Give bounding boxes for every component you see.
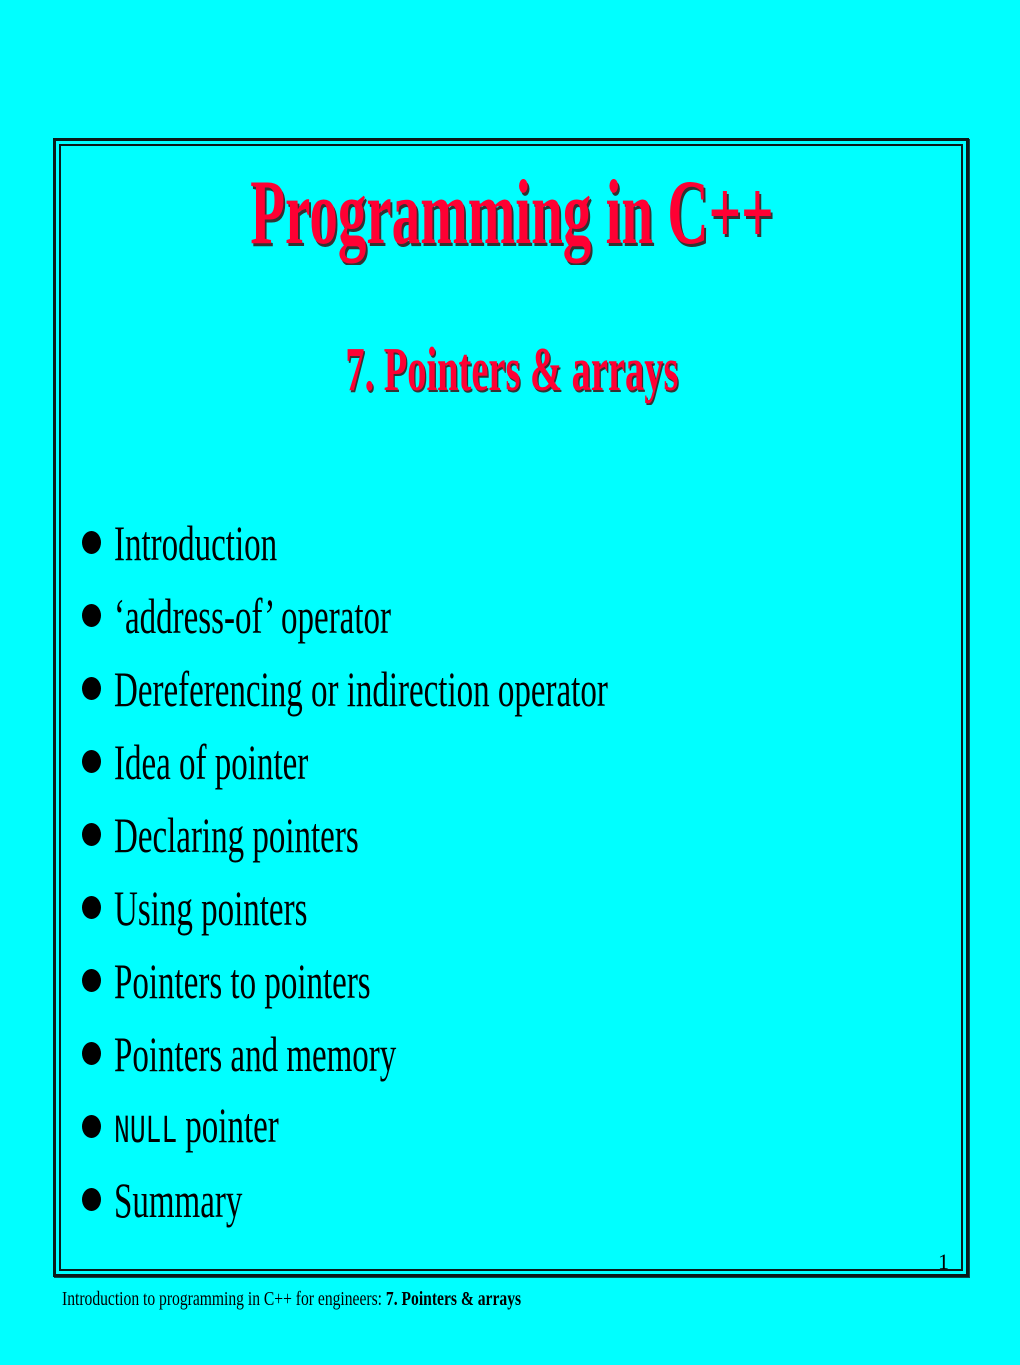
topic-item: NULL pointer	[82, 1090, 862, 1163]
bullet-icon	[82, 604, 101, 627]
topic-text: Dereferencing or indirection operator	[114, 664, 608, 714]
slide-title: Programming in C++	[250, 161, 774, 263]
bullet-icon	[82, 1042, 101, 1065]
topic-item: Pointers and memory	[82, 1017, 862, 1090]
topic-label: Summary	[114, 1171, 243, 1228]
topic-text: Introduction	[114, 518, 277, 568]
topic-text: Declaring pointers	[114, 810, 359, 860]
topic-label: pointer	[185, 1097, 279, 1153]
code-keyword: NULL	[114, 1110, 178, 1155]
topic-text: Pointers to pointers	[114, 956, 371, 1006]
footer-course: Introduction to programming in C++ for e…	[62, 1288, 386, 1310]
bullet-icon	[82, 1188, 101, 1211]
bullet-icon	[82, 677, 101, 700]
topic-item: Pointers to pointers	[82, 944, 862, 1017]
topic-label: Pointers and memory	[114, 1025, 397, 1082]
topic-label: Introduction	[114, 514, 278, 571]
bullet-icon	[82, 969, 101, 992]
bullet-icon	[82, 1115, 101, 1138]
topic-text: Pointers and memory	[114, 1029, 396, 1079]
topic-item: Declaring pointers	[82, 798, 862, 871]
topic-item: Dereferencing or indirection operator	[82, 652, 862, 725]
topic-label: Using pointers	[114, 879, 308, 936]
bullet-icon	[82, 823, 101, 846]
page-number: 1	[938, 1249, 949, 1274]
bullet-icon	[82, 750, 101, 773]
slide-subtitle: 7. Pointers & arrays	[345, 336, 679, 404]
topic-item: Summary	[82, 1163, 862, 1236]
topic-item: Introduction	[82, 506, 862, 579]
footer-chapter: 7. Pointers & arrays	[385, 1288, 522, 1310]
topic-list: Introduction ‘address-of’ operator Deref…	[82, 506, 862, 1236]
topic-label: Pointers to pointers	[114, 952, 371, 1009]
topic-item: Using pointers	[82, 871, 862, 944]
topic-text: Using pointers	[114, 883, 307, 933]
topic-text: Idea of pointer	[114, 737, 308, 787]
topic-item: ‘address-of’ operator	[82, 579, 862, 652]
bullet-icon	[82, 531, 101, 554]
topic-label: Dereferencing or indirection operator	[114, 660, 608, 717]
topic-text: ‘address-of’ operator	[114, 591, 391, 641]
bullet-icon	[82, 896, 101, 919]
topic-item: Idea of pointer	[82, 725, 862, 798]
topic-text: NULL pointer	[114, 1100, 279, 1153]
footer: Introduction to programming in C++ for e…	[62, 1289, 521, 1309]
topic-label: Idea of pointer	[114, 733, 309, 790]
topic-label: Declaring pointers	[114, 806, 359, 863]
topic-text: Summary	[114, 1175, 242, 1225]
topic-label: ‘address-of’ operator	[114, 587, 391, 644]
